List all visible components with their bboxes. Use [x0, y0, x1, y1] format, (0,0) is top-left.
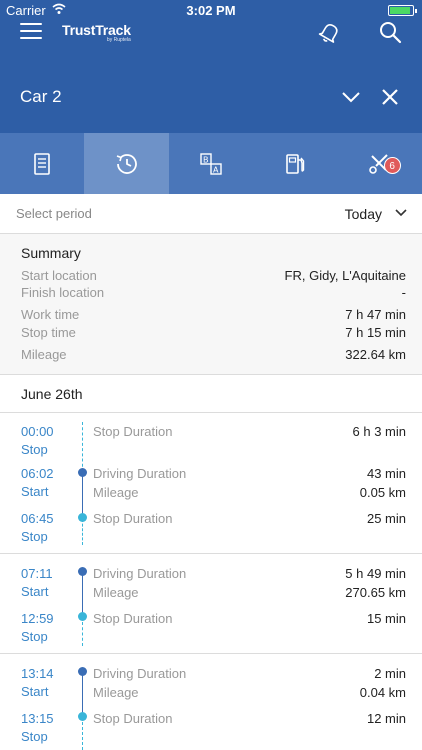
stop-line	[82, 722, 83, 750]
event-type: Stop	[21, 442, 48, 457]
hamburger-menu-icon[interactable]	[20, 23, 42, 41]
event-label: Stop Duration	[93, 611, 173, 626]
event-type: Stop	[21, 529, 48, 544]
event-type: Stop	[21, 629, 48, 644]
summary-value: -	[401, 285, 406, 300]
summary-row: Stop time 7 h 15 min	[21, 325, 406, 343]
app-logo: TrustTrack by Ruptela	[62, 22, 131, 43]
event-time: 13:15	[21, 711, 54, 726]
stop-line	[82, 622, 83, 646]
drive-line	[82, 473, 83, 517]
event-time: 00:00	[21, 424, 54, 439]
event-value: 2 min	[374, 666, 406, 681]
drive-start-dot	[78, 667, 87, 676]
fuel-pump-icon	[286, 153, 305, 174]
logo-subtext: by Ruptela	[106, 37, 131, 43]
app-header: TrustTrack by Ruptela Car 2	[0, 20, 422, 133]
document-icon	[34, 152, 51, 175]
event-value: 25 min	[366, 511, 406, 526]
svg-text:A: A	[213, 165, 219, 174]
stop-dot	[78, 612, 87, 621]
summary-key: Work time	[21, 307, 80, 322]
drive-start-dot	[78, 567, 87, 576]
close-icon[interactable]	[379, 86, 401, 108]
event-label: Mileage	[93, 485, 139, 500]
event-time: 06:45	[21, 511, 54, 526]
event-value: 43 min	[366, 466, 406, 481]
trip-group[interactable]: 00:00 Stop Stop Duration 6 h 3 min 06:02…	[0, 413, 422, 554]
tab-bar: B A 6	[0, 133, 422, 194]
summary-key: Stop time	[21, 325, 76, 340]
stop-line	[82, 519, 83, 545]
status-bar: Carrier 3:02 PM	[0, 0, 422, 20]
summary-value: 322.64 km	[345, 347, 406, 362]
event-time: 07:11	[21, 566, 53, 581]
event-time: 13:14	[21, 666, 54, 681]
event-type: Start	[21, 684, 49, 699]
event-label: Driving Duration	[93, 666, 187, 681]
summary-key: Start location	[21, 268, 97, 283]
date-label: June 26th	[21, 386, 83, 402]
timeline-list: 00:00 Stop Stop Duration 6 h 3 min 06:02…	[0, 413, 422, 750]
event-value: 6 h 3 min	[352, 424, 406, 439]
event-label: Stop Duration	[93, 511, 173, 526]
event-value: 0.04 km	[359, 685, 406, 700]
tab-history[interactable]	[84, 133, 169, 194]
event-label: Stop Duration	[93, 424, 173, 439]
summary-key: Finish location	[21, 285, 105, 300]
tab-fuel[interactable]	[253, 133, 337, 194]
tab-route[interactable]: B A	[169, 133, 253, 194]
event-value: 270.65 km	[345, 585, 406, 600]
status-time: 3:02 PM	[186, 3, 236, 18]
event-label: Mileage	[93, 585, 139, 600]
event-label: Mileage	[93, 685, 139, 700]
notification-bell-icon[interactable]	[318, 20, 342, 44]
search-icon[interactable]	[378, 20, 402, 44]
event-label: Driving Duration	[93, 466, 187, 481]
summary-row: Finish location -	[21, 285, 406, 303]
event-type: Start	[21, 584, 49, 599]
event-value: 5 h 49 min	[345, 566, 406, 581]
stop-dot	[78, 712, 87, 721]
event-type: Stop	[21, 729, 48, 744]
tab-maintenance[interactable]: 6	[338, 133, 422, 194]
maintenance-count-badge: 6	[383, 157, 401, 174]
history-clock-icon	[116, 153, 137, 174]
period-value[interactable]: Today	[345, 206, 382, 222]
summary-row: Mileage 322.64 km	[21, 347, 406, 365]
event-time: 12:59	[21, 611, 54, 626]
svg-text:B: B	[203, 155, 209, 164]
summary-panel: Summary Start location FR, Gidy, L'Aquit…	[0, 234, 422, 375]
event-value: 12 min	[366, 711, 406, 726]
chevron-down-icon[interactable]	[394, 206, 408, 220]
logo-text: TrustTrack	[62, 22, 131, 38]
route-ab-icon: B A	[200, 152, 222, 175]
event-value: 15 min	[366, 611, 406, 626]
stop-dot	[78, 513, 87, 522]
event-value: 0.05 km	[359, 485, 406, 500]
date-header: June 26th	[0, 375, 422, 413]
event-label: Stop Duration	[93, 711, 173, 726]
drive-start-dot	[78, 468, 87, 477]
period-label: Select period	[16, 206, 92, 221]
vehicle-selector-title[interactable]: Car 2	[20, 87, 62, 107]
event-type: Start	[21, 484, 49, 499]
battery-icon	[388, 5, 417, 16]
tab-document[interactable]	[0, 133, 84, 194]
event-label: Driving Duration	[93, 566, 187, 581]
summary-title: Summary	[21, 245, 81, 261]
trip-group[interactable]: 07:11 Start Driving Duration 5 h 49 min …	[0, 554, 422, 654]
summary-value: 7 h 15 min	[345, 325, 406, 340]
stop-line	[82, 422, 83, 472]
trip-group[interactable]: 13:14 Start Driving Duration 2 min Milea…	[0, 654, 422, 750]
chevron-down-icon[interactable]	[340, 86, 362, 108]
summary-row: Work time 7 h 47 min	[21, 307, 406, 325]
summary-row: Start location FR, Gidy, L'Aquitaine	[21, 268, 406, 286]
event-time: 06:02	[21, 466, 54, 481]
period-selector[interactable]: Select period Today	[0, 194, 422, 234]
summary-value: 7 h 47 min	[345, 307, 406, 322]
summary-key: Mileage	[21, 347, 67, 362]
summary-value: FR, Gidy, L'Aquitaine	[284, 268, 406, 283]
